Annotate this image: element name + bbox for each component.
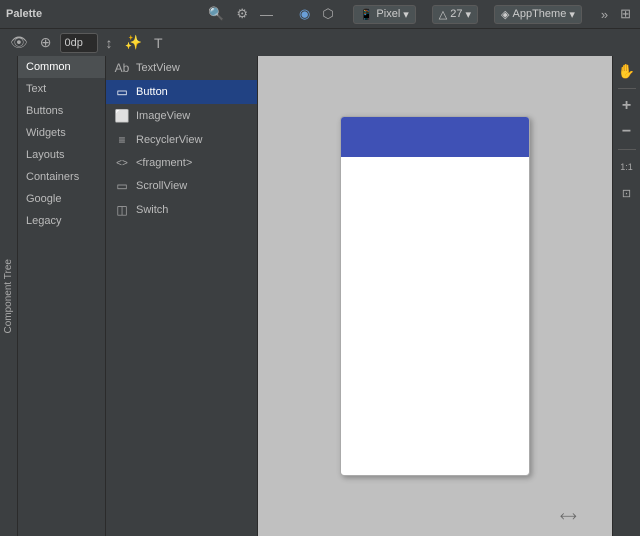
chevron-down-icon-theme: ▾ — [569, 8, 575, 21]
phone-header-bar — [341, 117, 529, 157]
chevron-down-icon-api: ▾ — [466, 8, 472, 21]
palette-panel: Common Text Buttons Widgets Layouts — [18, 56, 258, 536]
component-tree-side-label: Component Tree — [0, 56, 18, 536]
theme-label: AppTheme — [513, 8, 567, 20]
widget-list: Ab TextView ▭ Button ⬜ ImageView ≡ Recyc… — [106, 56, 257, 536]
zoom-out-button[interactable]: − — [616, 121, 638, 143]
overflow-icon[interactable]: » — [598, 5, 611, 24]
switch-icon: ◫ — [114, 203, 130, 217]
recyclerview-icon: ≡ — [114, 133, 130, 147]
design-tools-toolbar: 👁 ⊕ ↕ ✨ T — [0, 28, 640, 56]
switch-label: Switch — [136, 204, 168, 216]
device-name-label: Pixel — [376, 8, 400, 20]
text-tool-icon[interactable]: T — [150, 33, 167, 53]
theme-button[interactable]: ◈ AppTheme ▾ — [494, 5, 582, 24]
palette-title-label: Palette — [6, 8, 42, 20]
design-mode-icon[interactable]: ◉ — [296, 4, 313, 24]
zoom-reset-button[interactable]: 1:1 — [616, 156, 638, 178]
api-icon: △ — [439, 8, 447, 21]
legacy-label: Legacy — [26, 215, 61, 227]
search-icon[interactable]: 🔍 — [205, 4, 227, 24]
common-label: Common — [26, 61, 71, 73]
sidebar-item-text[interactable]: Text — [18, 78, 105, 100]
fragment-icon: <> — [114, 158, 130, 169]
extras-icon[interactable]: ⊞ — [617, 4, 634, 24]
imageview-icon: ⬜ — [114, 109, 130, 123]
widget-fragment[interactable]: <> <fragment> — [106, 152, 257, 174]
chevron-down-icon: ▾ — [403, 8, 409, 21]
top-toolbar: Palette 🔍 ⚙ — ◉ ⬡ 📱 Pixel ▾ △ 27 ▾ ◈ App… — [0, 0, 640, 28]
button-label: Button — [136, 86, 168, 98]
api-level-button[interactable]: △ 27 ▾ — [432, 5, 478, 24]
settings-icon[interactable]: ⚙ — [233, 4, 251, 24]
scrollview-label: ScrollView — [136, 180, 187, 192]
widget-imageview[interactable]: ⬜ ImageView — [106, 104, 257, 128]
buttons-label: Buttons — [26, 105, 63, 117]
widgets-label: Widgets — [26, 127, 66, 139]
pixel-device-button[interactable]: 📱 Pixel ▾ — [353, 5, 416, 24]
text-label: Text — [26, 83, 46, 95]
theme-icon: ◈ — [501, 8, 509, 21]
category-list: Common Text Buttons Widgets Layouts — [18, 56, 106, 536]
layouts-label: Layouts — [26, 149, 65, 161]
blueprint-mode-icon[interactable]: ⬡ — [319, 4, 336, 24]
widget-textview[interactable]: Ab TextView — [106, 56, 257, 80]
containers-label: Containers — [26, 171, 79, 183]
device-icon: 📱 — [360, 8, 374, 21]
imageview-label: ImageView — [136, 110, 190, 122]
widget-scrollview[interactable]: ▭ ScrollView — [106, 174, 257, 198]
sidebar-item-widgets[interactable]: Widgets — [18, 122, 105, 144]
api-level-label: 27 — [450, 8, 462, 20]
canvas-area[interactable]: ⤢ — [258, 56, 612, 536]
textview-label: TextView — [136, 62, 180, 74]
palette-body: Common Text Buttons Widgets Layouts — [18, 56, 257, 536]
fit-to-screen-button[interactable]: ⊡ — [616, 182, 638, 204]
sidebar-item-buttons[interactable]: Buttons — [18, 100, 105, 122]
left-panel: Component Tree Common Text Buttons — [0, 56, 258, 536]
sidebar-item-legacy[interactable]: Legacy — [18, 210, 105, 232]
zoom-in-button[interactable]: + — [616, 95, 638, 117]
recyclerview-label: RecyclerView — [136, 134, 202, 146]
view-tool-icon[interactable]: 👁 — [6, 32, 32, 53]
hand-tool-button[interactable]: ✋ — [616, 60, 638, 82]
component-tree-label: Component Tree — [3, 259, 14, 334]
margin-input[interactable] — [60, 33, 98, 53]
widget-switch[interactable]: ◫ Switch — [106, 198, 257, 222]
sidebar-item-containers[interactable]: Containers — [18, 166, 105, 188]
toolbar-separator-1 — [618, 88, 636, 89]
minimize-icon[interactable]: — — [257, 5, 276, 24]
widget-recyclerview[interactable]: ≡ RecyclerView — [106, 128, 257, 152]
transform-tool-icon[interactable]: ↕ — [102, 33, 117, 53]
zoom-reset-label: 1:1 — [620, 162, 633, 172]
sidebar-item-common[interactable]: Common — [18, 56, 105, 78]
resize-handle-icon[interactable]: ⤢ — [557, 506, 579, 528]
sidebar-item-google[interactable]: Google — [18, 188, 105, 210]
sidebar-item-layouts[interactable]: Layouts — [18, 144, 105, 166]
google-label: Google — [26, 193, 61, 205]
toolbar-separator-2 — [618, 149, 636, 150]
button-icon: ▭ — [114, 85, 130, 99]
right-toolbar: ✋ + − 1:1 ⊡ — [612, 56, 640, 536]
fragment-label: <fragment> — [136, 157, 192, 169]
textview-icon: Ab — [114, 61, 130, 75]
magnet-tool-icon[interactable]: ⊕ — [36, 32, 56, 53]
widget-button[interactable]: ▭ Button — [106, 80, 257, 104]
main-content: Component Tree Common Text Buttons — [0, 56, 640, 536]
scrollview-icon: ▭ — [114, 179, 130, 193]
magic-tool-icon[interactable]: ✨ — [121, 32, 146, 53]
phone-frame — [340, 116, 530, 476]
